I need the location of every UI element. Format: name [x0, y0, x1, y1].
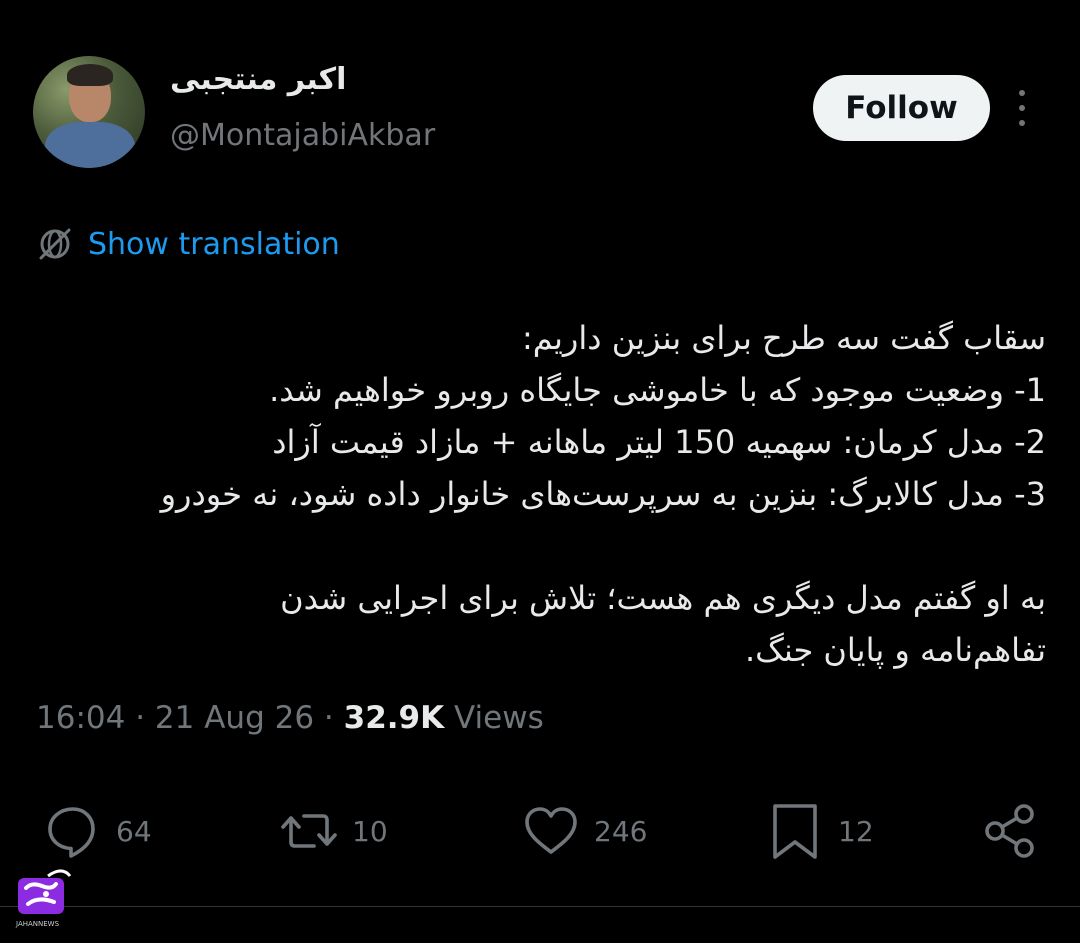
avatar-hair — [67, 64, 113, 86]
tweet-line: تفاهم‌نامه و پایان جنگ. — [745, 631, 1046, 669]
follow-button[interactable]: Follow — [813, 75, 990, 141]
share-icon — [985, 804, 1034, 858]
views-label: Views — [454, 700, 544, 736]
like-button[interactable]: 246 — [520, 796, 647, 866]
like-count: 246 — [594, 814, 648, 848]
avatar[interactable] — [33, 56, 145, 168]
tweet-actions: 64 10 246 12 — [0, 796, 1080, 866]
watermark-text: JAHANNEWS — [15, 920, 60, 928]
tweet-page: اکبر منتجبی @MontajabiAkbar Follow Show … — [0, 0, 1080, 943]
tweet-date[interactable]: 21 Aug 26 — [155, 700, 314, 736]
repost-button[interactable]: 10 — [278, 796, 388, 866]
tweet-line: 1- وضعیت موجود که با خاموشی جایگاه روبرو… — [269, 371, 1046, 409]
views-count: 32.9K — [343, 700, 445, 736]
globe-slash-icon — [39, 228, 71, 260]
author-handle[interactable]: @MontajabiAkbar — [170, 118, 435, 153]
heart-icon — [525, 807, 577, 854]
reply-button[interactable]: 64 — [42, 796, 152, 866]
reply-count: 64 — [116, 814, 152, 848]
repost-count: 10 — [352, 814, 388, 848]
tweet-time[interactable]: 16:04 — [36, 700, 125, 736]
tweet-text: سقاب گفت سه طرح برای بنزین داریم: 1- وضع… — [30, 312, 1046, 676]
reply-icon — [48, 807, 95, 858]
bookmark-icon — [773, 804, 817, 859]
share-button[interactable] — [980, 796, 1042, 866]
avatar-shirt — [45, 122, 135, 168]
bookmark-button[interactable]: 12 — [764, 796, 874, 866]
repost-icon — [281, 814, 337, 848]
author-display-name[interactable]: اکبر منتجبی — [170, 62, 346, 97]
divider — [0, 906, 1080, 907]
tweet-line: 2- مدل کرمان: سهمیه 150 لیتر ماهانه + ما… — [272, 423, 1046, 461]
more-options-icon[interactable] — [1014, 90, 1030, 126]
meta-separator: · — [135, 700, 146, 736]
show-translation-label: Show translation — [88, 226, 340, 262]
tweet-line: 3- مدل کالابرگ: بنزین به سرپرست‌های خانو… — [160, 475, 1046, 513]
show-translation-link[interactable]: Show translation — [36, 222, 340, 266]
bookmark-count: 12 — [838, 814, 874, 848]
tweet-line: به او گفتم مدل دیگری هم هست؛ تلاش برای ا… — [280, 579, 1046, 617]
tweet-line: سقاب گفت سه طرح برای بنزین داریم: — [521, 319, 1046, 357]
tweet-meta: 16:04 · 21 Aug 26 · 32.9K Views — [36, 700, 544, 736]
meta-separator: · — [323, 700, 334, 736]
jahannews-logo-icon: JAHANNEWS — [15, 869, 72, 928]
